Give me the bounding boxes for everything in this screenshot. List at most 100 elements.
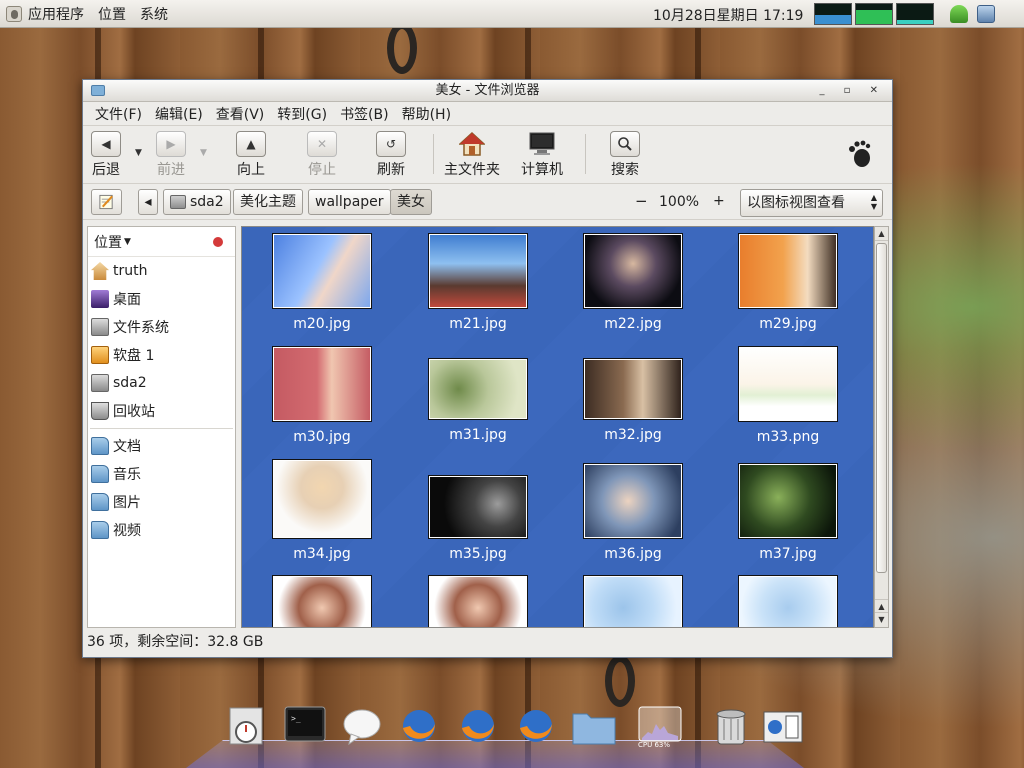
file-item[interactable]: m32.jpg [558,358,708,443]
image-thumbnail [583,233,683,309]
toggle-location-entry-button[interactable] [91,189,122,215]
network-manager-icon[interactable] [977,5,995,23]
sidebar-item-home[interactable]: truth [88,257,235,285]
file-item[interactable]: m21.jpg [403,233,553,332]
crumb-theme[interactable]: 美化主题 [233,189,303,215]
cpu-monitor-dock-icon[interactable]: CPU 63% [638,706,682,749]
dropdown-arrow-icon: ▼ [124,236,131,247]
clock-app-icon[interactable] [226,706,270,746]
image-thumbnail [738,346,838,422]
scroll-up-icon[interactable]: ▲ [875,227,888,241]
scrollbar-thumb[interactable] [876,243,887,573]
spin-arrows-icon: ▲ ▼ [870,193,877,211]
firefox-icon[interactable] [398,706,442,746]
file-item[interactable] [247,575,397,627]
search-icon [610,131,640,157]
window-switcher-icon[interactable] [762,706,806,746]
gnome-foot-icon[interactable] [6,5,22,22]
top-panel: 应用程序 位置 系统 10月28日星期日 17:19 [0,0,1024,28]
stop-button[interactable]: ✕ 停止 [307,131,337,179]
vertical-scrollbar[interactable]: ▲ ▲ ▼ [874,226,889,628]
crumb-current[interactable]: 美女 [390,189,432,215]
forward-button[interactable]: ▶ 前进 [156,131,186,179]
status-bar: 36 项，剩余空间：32.8 GB [87,634,264,650]
menu-view[interactable]: 查看(V) [216,104,265,124]
image-thumbnail [428,233,528,309]
zoom-out-button[interactable]: − [635,192,648,210]
network-monitor-icon[interactable] [896,3,934,25]
file-item[interactable] [403,575,553,627]
window-menu-icon[interactable] [91,85,105,96]
zoom-in-button[interactable]: + [713,193,725,209]
menu-help[interactable]: 帮助(H) [402,104,451,124]
firefox-icon[interactable] [457,706,501,746]
file-item[interactable]: m36.jpg [558,463,708,562]
file-item[interactable]: m37.jpg [713,463,863,562]
firefox-icon[interactable] [515,706,559,746]
menu-go[interactable]: 转到(G) [277,104,327,124]
crumb-wallpaper[interactable]: wallpaper [308,189,391,215]
sidebar-item-filesystem[interactable]: 文件系统 [88,313,235,341]
view-mode-select[interactable]: 以图标视图查看 ▲ ▼ [740,189,883,217]
file-item[interactable]: m33.png [713,346,863,445]
menu-bookmarks[interactable]: 书签(B) [340,104,389,124]
sidebar-item-desktop[interactable]: 桌面 [88,285,235,313]
menu-applications[interactable]: 应用程序 [28,4,84,24]
menu-system[interactable]: 系统 [140,4,168,24]
file-item[interactable]: m29.jpg [713,233,863,332]
reload-button[interactable]: ↺ 刷新 [376,131,406,179]
sidebar-item-documents[interactable]: 文档 [88,432,235,460]
file-browser-window: 美女 - 文件浏览器 _ ▫ ✕ 文件(F) 编辑(E) 查看(V) 转到(G)… [82,79,893,658]
sidebar-item-pictures[interactable]: 图片 [88,488,235,516]
image-thumbnail [738,233,838,309]
folder-icon [91,521,109,539]
scroll-down-buttons: ▲ ▼ [875,599,888,627]
memory-monitor-icon[interactable] [855,3,893,25]
folder-icon [91,437,109,455]
menu-edit[interactable]: 编辑(E) [155,104,203,124]
terminal-icon[interactable]: >_ [284,706,328,746]
folder-icon[interactable] [571,706,616,746]
update-notifier-icon[interactable] [950,5,968,23]
file-item[interactable]: m34.jpg [247,459,397,562]
back-button[interactable]: ◀ 后退 [91,131,121,179]
sidebar-item-videos[interactable]: 视频 [88,516,235,544]
file-item[interactable]: m30.jpg [247,346,397,445]
window-titlebar[interactable]: 美女 - 文件浏览器 _ ▫ ✕ [83,80,892,102]
up-button[interactable]: ▲ 向上 [236,131,266,179]
file-item[interactable]: m35.jpg [403,475,553,562]
sidebar-item-sda2[interactable]: sda2 [88,369,235,397]
file-item[interactable]: m20.jpg [247,233,397,332]
image-thumbnail [272,346,372,422]
cpu-monitor-icon[interactable] [814,3,852,25]
crumb-sda2[interactable]: sda2 [163,189,231,215]
menu-places[interactable]: 位置 [98,4,126,24]
forward-history-dropdown-icon[interactable]: ▼ [200,148,207,158]
sidebar-item-floppy[interactable]: 软盘 1 [88,341,235,369]
scroll-up-icon[interactable]: ▲ [875,599,888,613]
menu-file[interactable]: 文件(F) [95,104,142,124]
zoom-level[interactable]: 100% [659,194,699,210]
image-thumbnail [583,463,683,539]
path-scroll-left-button[interactable]: ◂ [138,189,158,215]
desktop-icon [91,290,109,308]
trash-icon[interactable] [711,706,755,746]
chat-icon[interactable] [341,706,385,746]
computer-button[interactable]: 计算机 [521,131,563,179]
search-button[interactable]: 搜索 [610,131,640,179]
image-thumbnail [272,575,372,627]
window-controls[interactable]: _ ▫ ✕ [819,80,886,102]
file-item[interactable] [713,575,863,627]
sidebar-item-trash[interactable]: 回收站 [88,397,235,425]
file-item[interactable]: m22.jpg [558,233,708,332]
back-history-dropdown-icon[interactable]: ▼ [135,148,142,158]
home-folder-button[interactable]: 主文件夹 [444,131,500,179]
image-thumbnail [738,463,838,539]
file-item[interactable]: m31.jpg [403,358,553,443]
scroll-down-icon[interactable]: ▼ [875,613,888,627]
sidebar-item-music[interactable]: 音乐 [88,460,235,488]
clock[interactable]: 10月28日星期日 17:19 [653,5,803,25]
close-side-pane-icon[interactable] [213,237,223,247]
file-item[interactable] [558,575,708,627]
side-pane-selector[interactable]: 位置 ▼ [88,227,235,257]
